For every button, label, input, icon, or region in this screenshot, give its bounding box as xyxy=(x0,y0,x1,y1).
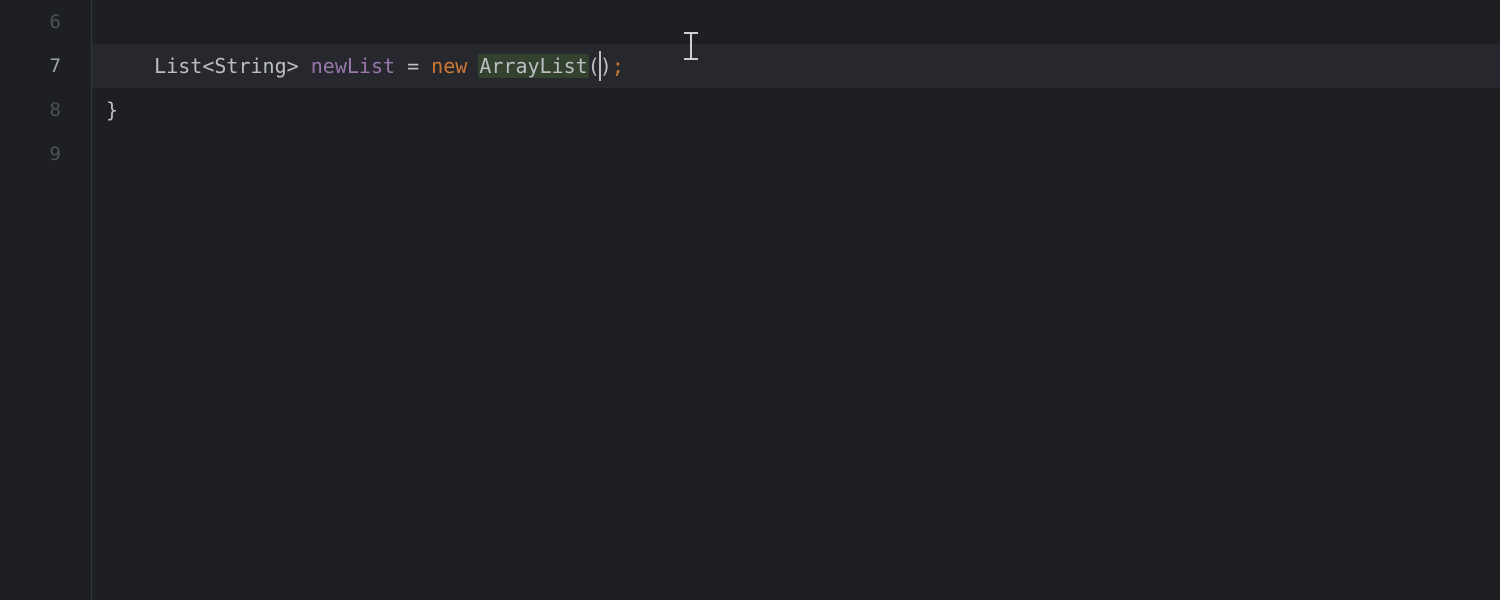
code-line-8[interactable]: } xyxy=(92,88,1500,132)
token-type-highlighted: ArrayList xyxy=(478,54,588,78)
code-line-9[interactable] xyxy=(92,132,1500,176)
space xyxy=(395,54,407,78)
token-angle-close: > xyxy=(287,54,299,78)
line-number: 9 xyxy=(0,132,91,176)
line-number: 8 xyxy=(0,88,91,132)
indent xyxy=(106,44,154,88)
token-generic-type: String xyxy=(214,54,286,78)
text-caret xyxy=(599,51,601,81)
code-text-area[interactable]: List<String> newList = new ArrayList(); … xyxy=(92,0,1500,600)
line-number: 6 xyxy=(0,0,91,44)
code-editor[interactable]: 6 7 8 9 List<String> newList = new Array… xyxy=(0,0,1500,600)
token-type: List xyxy=(154,54,202,78)
line-number-gutter: 6 7 8 9 xyxy=(0,0,92,600)
code-line-6[interactable] xyxy=(92,0,1500,44)
token-variable: newList xyxy=(311,54,395,78)
token-keyword-new: new xyxy=(431,54,467,78)
line-number-active: 7 xyxy=(0,44,91,88)
space xyxy=(419,54,431,78)
space xyxy=(299,54,311,78)
code-line-7[interactable]: List<String> newList = new ArrayList(); xyxy=(92,44,1500,88)
token-close-brace: } xyxy=(106,98,118,122)
token-equals: = xyxy=(407,54,419,78)
token-semicolon: ; xyxy=(612,54,624,78)
token-angle-open: < xyxy=(202,54,214,78)
